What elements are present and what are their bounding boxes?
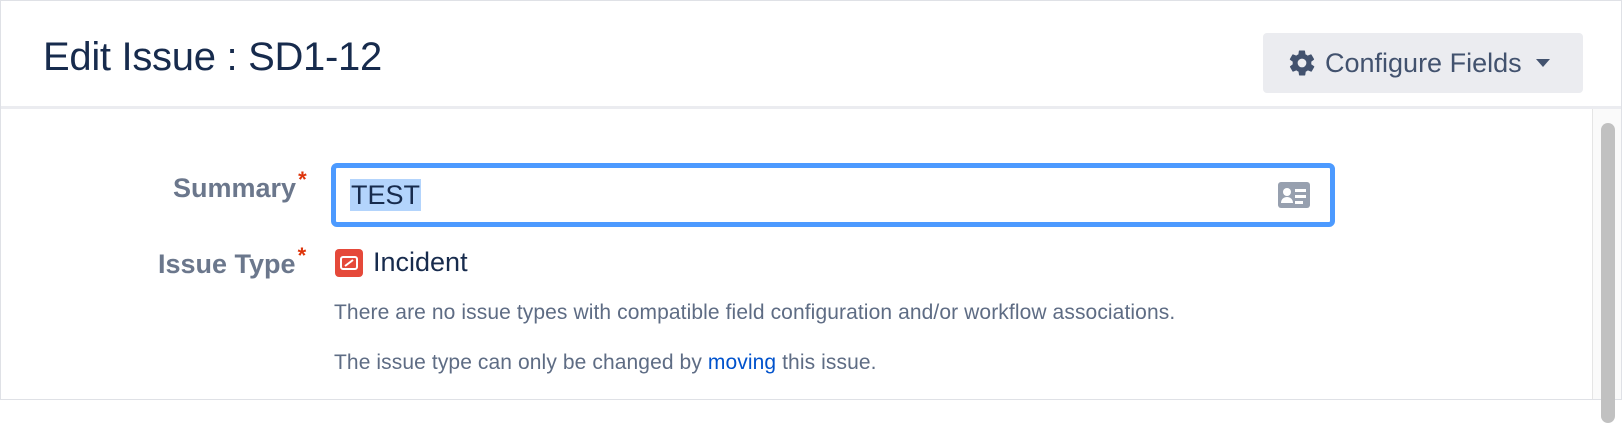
configure-fields-label: Configure Fields (1325, 47, 1522, 78)
configure-fields-button[interactable]: Configure Fields (1263, 33, 1583, 93)
dialog-header: Edit Issue : SD1-12 Configure Fields (1, 1, 1621, 109)
gear-icon (1287, 48, 1317, 78)
issue-type-label: Issue Type* (158, 243, 306, 280)
issue-type-move-note: The issue type can only be changed by mo… (334, 351, 877, 375)
issue-type-label-text: Issue Type (158, 249, 296, 279)
chevron-down-icon (1535, 59, 1550, 67)
scrollbar-thumb[interactable] (1601, 123, 1615, 423)
summary-label-text: Summary (173, 173, 297, 203)
card-icon[interactable] (1278, 182, 1310, 208)
move-note-suffix: this issue. (776, 351, 877, 374)
summary-label: Summary* (173, 167, 307, 204)
required-marker: * (297, 243, 307, 268)
move-note-prefix: The issue type can only be changed by (334, 351, 708, 374)
edit-issue-dialog: Edit Issue : SD1-12 Configure Fields Sum… (0, 0, 1622, 423)
issue-type-note: There are no issue types with compatible… (334, 301, 1176, 324)
moving-link[interactable]: moving (708, 351, 776, 374)
page-title: Edit Issue : SD1-12 (43, 35, 382, 79)
issue-type-value: Incident (335, 247, 468, 278)
issue-type-name: Incident (373, 247, 468, 277)
summary-value: TEST (350, 179, 422, 211)
summary-input[interactable]: TEST (331, 163, 1335, 227)
incident-icon (335, 248, 363, 277)
required-marker: * (298, 167, 307, 192)
